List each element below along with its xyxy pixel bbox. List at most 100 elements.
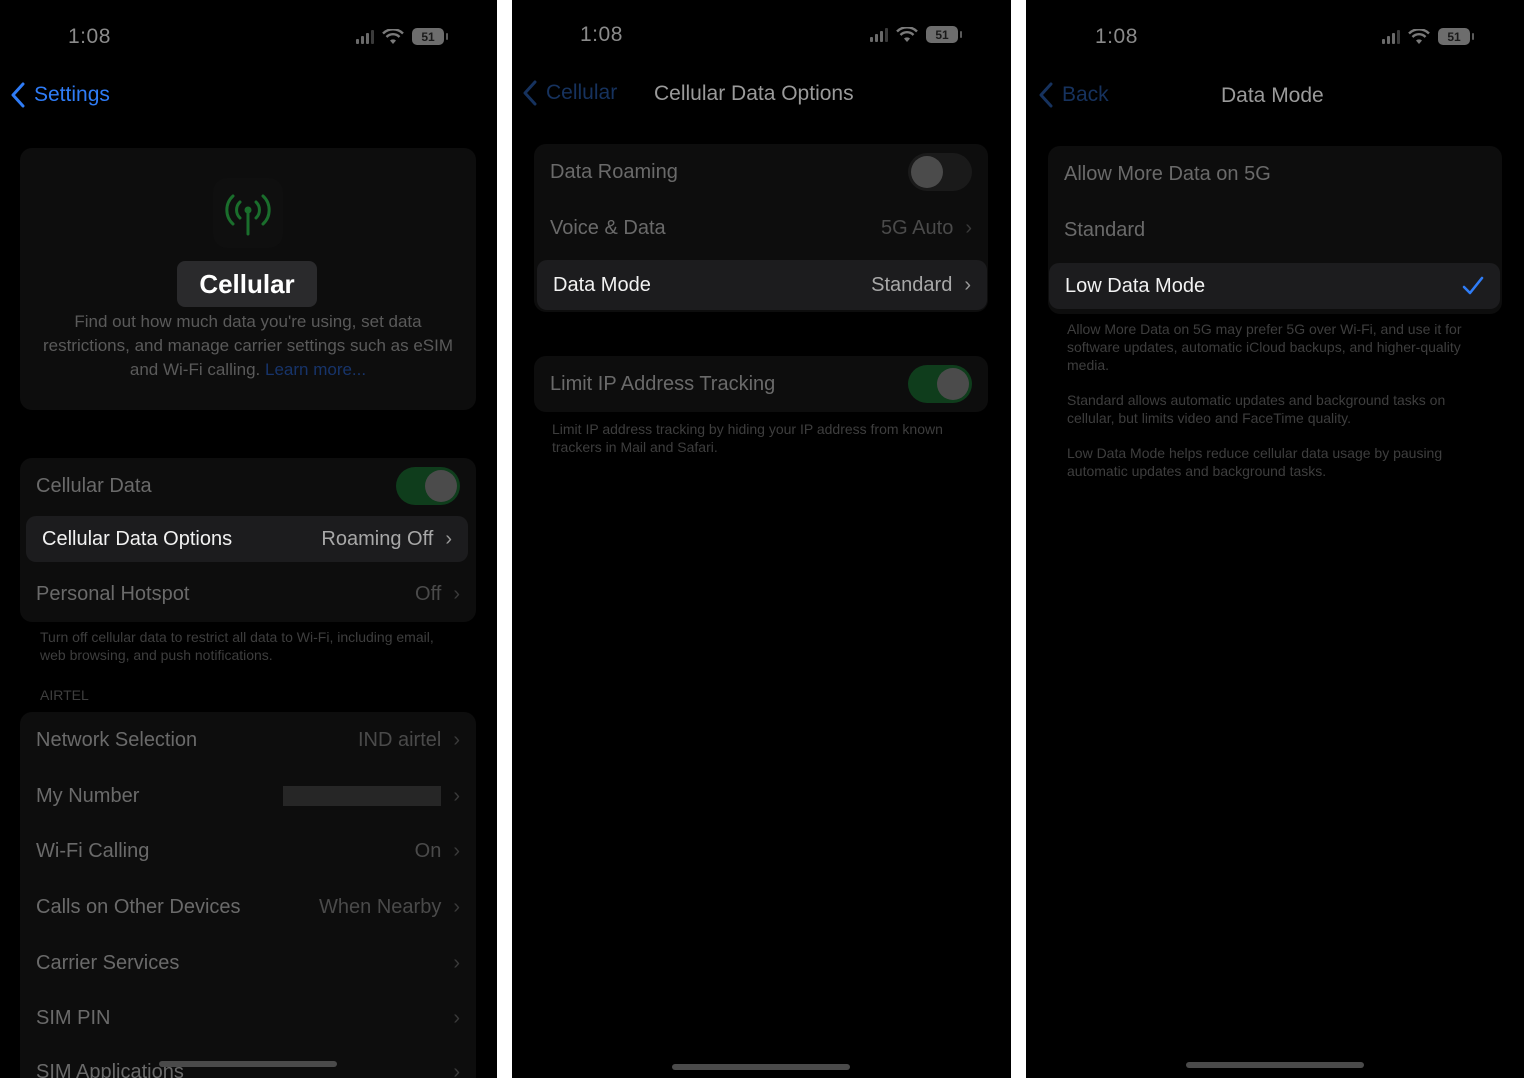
row-label: SIM PIN bbox=[36, 1006, 111, 1029]
chevron-left-icon bbox=[11, 82, 25, 108]
list-item[interactable]: My Number › bbox=[20, 768, 476, 824]
cellular-data-label: Cellular Data bbox=[36, 474, 152, 497]
back-button[interactable]: Back bbox=[1038, 82, 1109, 108]
data-mode-value: Standard bbox=[871, 273, 953, 296]
row-label: My Number bbox=[36, 784, 140, 807]
chevron-right-icon: › bbox=[453, 895, 460, 918]
data-roaming-row: Data Roaming bbox=[534, 144, 988, 200]
wifi-icon bbox=[896, 26, 918, 43]
status-icons: 51 bbox=[870, 26, 962, 43]
option-label: Low Data Mode bbox=[1065, 274, 1206, 297]
row-label: Wi-Fi Calling bbox=[36, 839, 150, 862]
list-item[interactable]: SIM PIN › bbox=[20, 990, 476, 1046]
signal-icon bbox=[870, 27, 888, 42]
cellular-header-card: Cellular Find out how much data you're u… bbox=[20, 148, 476, 410]
chevron-right-icon: › bbox=[964, 273, 971, 296]
data-mode-label: Data Mode bbox=[553, 273, 651, 296]
back-button[interactable]: Settings bbox=[10, 82, 110, 108]
row-label: Calls on Other Devices bbox=[36, 895, 241, 918]
chevron-right-icon: › bbox=[453, 1060, 460, 1078]
antenna-icon bbox=[213, 178, 283, 248]
voice-data-row[interactable]: Voice & Data 5G Auto › bbox=[534, 200, 988, 256]
limit-ip-toggle[interactable] bbox=[908, 365, 972, 403]
roaming-label: Data Roaming bbox=[550, 160, 678, 183]
status-time: 1:08 bbox=[580, 23, 623, 46]
cellular-data-footnote: Turn off cellular data to restrict all d… bbox=[40, 629, 434, 663]
chevron-right-icon: › bbox=[453, 839, 460, 862]
option-label: Standard bbox=[1064, 218, 1146, 241]
chevron-right-icon: › bbox=[453, 1006, 460, 1029]
cellular-data-toggle[interactable] bbox=[396, 467, 460, 505]
data-roaming-toggle[interactable] bbox=[908, 153, 972, 191]
carrier-section-header: AIRTEL bbox=[40, 687, 89, 703]
options-label: Cellular Data Options bbox=[42, 527, 233, 550]
phone-data-mode-screen: 1:08 51 Back Data Mode Allow More Data o… bbox=[1026, 0, 1524, 1078]
carrier-settings-group: Network Selection IND airtel › My Number… bbox=[20, 712, 476, 1078]
cellular-data-row: Cellular Data bbox=[20, 458, 476, 514]
list-item[interactable]: Network Selection IND airtel › bbox=[20, 712, 476, 768]
home-indicator[interactable] bbox=[672, 1064, 850, 1070]
options-value: Roaming Off bbox=[321, 527, 434, 550]
list-item[interactable]: Calls on Other Devices When Nearby › bbox=[20, 879, 476, 935]
back-label: Cellular bbox=[546, 81, 618, 104]
battery-icon: 51 bbox=[926, 26, 962, 43]
header-description: Find out how much data you're using, set… bbox=[40, 310, 456, 382]
list-item[interactable]: Wi-Fi Calling On › bbox=[20, 823, 476, 879]
row-value: When Nearby bbox=[319, 895, 442, 918]
row-label: Carrier Services bbox=[36, 951, 180, 974]
checkmark-icon bbox=[1462, 276, 1484, 295]
status-icons: 51 bbox=[356, 28, 448, 45]
list-item[interactable]: Carrier Services › bbox=[20, 935, 476, 991]
wifi-icon bbox=[1408, 28, 1430, 45]
redacted-number bbox=[283, 786, 442, 806]
limit-ip-footnote: Limit IP address tracking by hiding your… bbox=[552, 421, 943, 455]
wifi-icon bbox=[382, 28, 404, 45]
status-time: 1:08 bbox=[1095, 25, 1138, 48]
chevron-right-icon: › bbox=[453, 784, 460, 807]
limit-ip-row: Limit IP Address Tracking bbox=[534, 356, 988, 412]
note-standard: Standard allows automatic updates and ba… bbox=[1067, 392, 1446, 426]
option-allow-more-data[interactable]: Allow More Data on 5G bbox=[1048, 146, 1502, 202]
personal-hotspot-row[interactable]: Personal Hotspot Off › bbox=[20, 566, 476, 622]
battery-icon: 51 bbox=[1438, 28, 1474, 45]
nav-title: Cellular Data Options bbox=[654, 82, 854, 105]
cellular-data-options-row[interactable]: Cellular Data Options Roaming Off › bbox=[26, 516, 468, 562]
nav-title: Data Mode bbox=[1221, 84, 1324, 107]
signal-icon bbox=[1382, 29, 1400, 44]
option-standard[interactable]: Standard bbox=[1048, 202, 1502, 258]
learn-more-link[interactable]: Learn more... bbox=[265, 360, 366, 379]
status-icons: 51 bbox=[1382, 28, 1474, 45]
note-low-data-mode: Low Data Mode helps reduce cellular data… bbox=[1067, 445, 1443, 479]
back-label: Settings bbox=[34, 83, 110, 106]
option-label: Allow More Data on 5G bbox=[1064, 162, 1271, 185]
note-allow-more-data: Allow More Data on 5G may prefer 5G over… bbox=[1067, 321, 1462, 373]
data-mode-row[interactable]: Data Mode Standard › bbox=[537, 260, 987, 310]
option-low-data-mode[interactable]: Low Data Mode bbox=[1049, 263, 1500, 309]
phone-data-options-screen: 1:08 51 Cellular Cellular Data Options D… bbox=[512, 0, 1011, 1078]
description-text: Find out how much data you're using, set… bbox=[42, 312, 454, 379]
home-indicator[interactable] bbox=[1186, 1062, 1364, 1068]
limit-ip-group: Limit IP Address Tracking bbox=[534, 356, 988, 412]
phone-cellular-screen: 1:08 51 Settings Cellular Find out how m… bbox=[0, 0, 497, 1078]
back-label: Back bbox=[1062, 83, 1109, 106]
chevron-right-icon: › bbox=[453, 951, 460, 974]
signal-icon bbox=[356, 29, 374, 44]
battery-icon: 51 bbox=[412, 28, 448, 45]
voice-label: Voice & Data bbox=[550, 216, 666, 239]
chevron-right-icon: › bbox=[965, 216, 972, 239]
chevron-left-icon bbox=[523, 80, 537, 106]
row-value: On bbox=[414, 839, 442, 862]
page-title: Cellular bbox=[177, 261, 317, 307]
hotspot-label: Personal Hotspot bbox=[36, 582, 190, 605]
status-time: 1:08 bbox=[68, 25, 111, 48]
voice-value: 5G Auto bbox=[881, 216, 954, 239]
back-button[interactable]: Cellular bbox=[522, 80, 617, 106]
chevron-left-icon bbox=[1039, 82, 1053, 108]
row-label: Network Selection bbox=[36, 728, 198, 751]
limit-ip-label: Limit IP Address Tracking bbox=[550, 372, 776, 395]
home-indicator[interactable] bbox=[159, 1061, 337, 1067]
hotspot-value: Off bbox=[415, 582, 442, 605]
chevron-right-icon: › bbox=[445, 527, 452, 550]
chevron-right-icon: › bbox=[453, 728, 460, 751]
chevron-right-icon: › bbox=[453, 582, 460, 605]
